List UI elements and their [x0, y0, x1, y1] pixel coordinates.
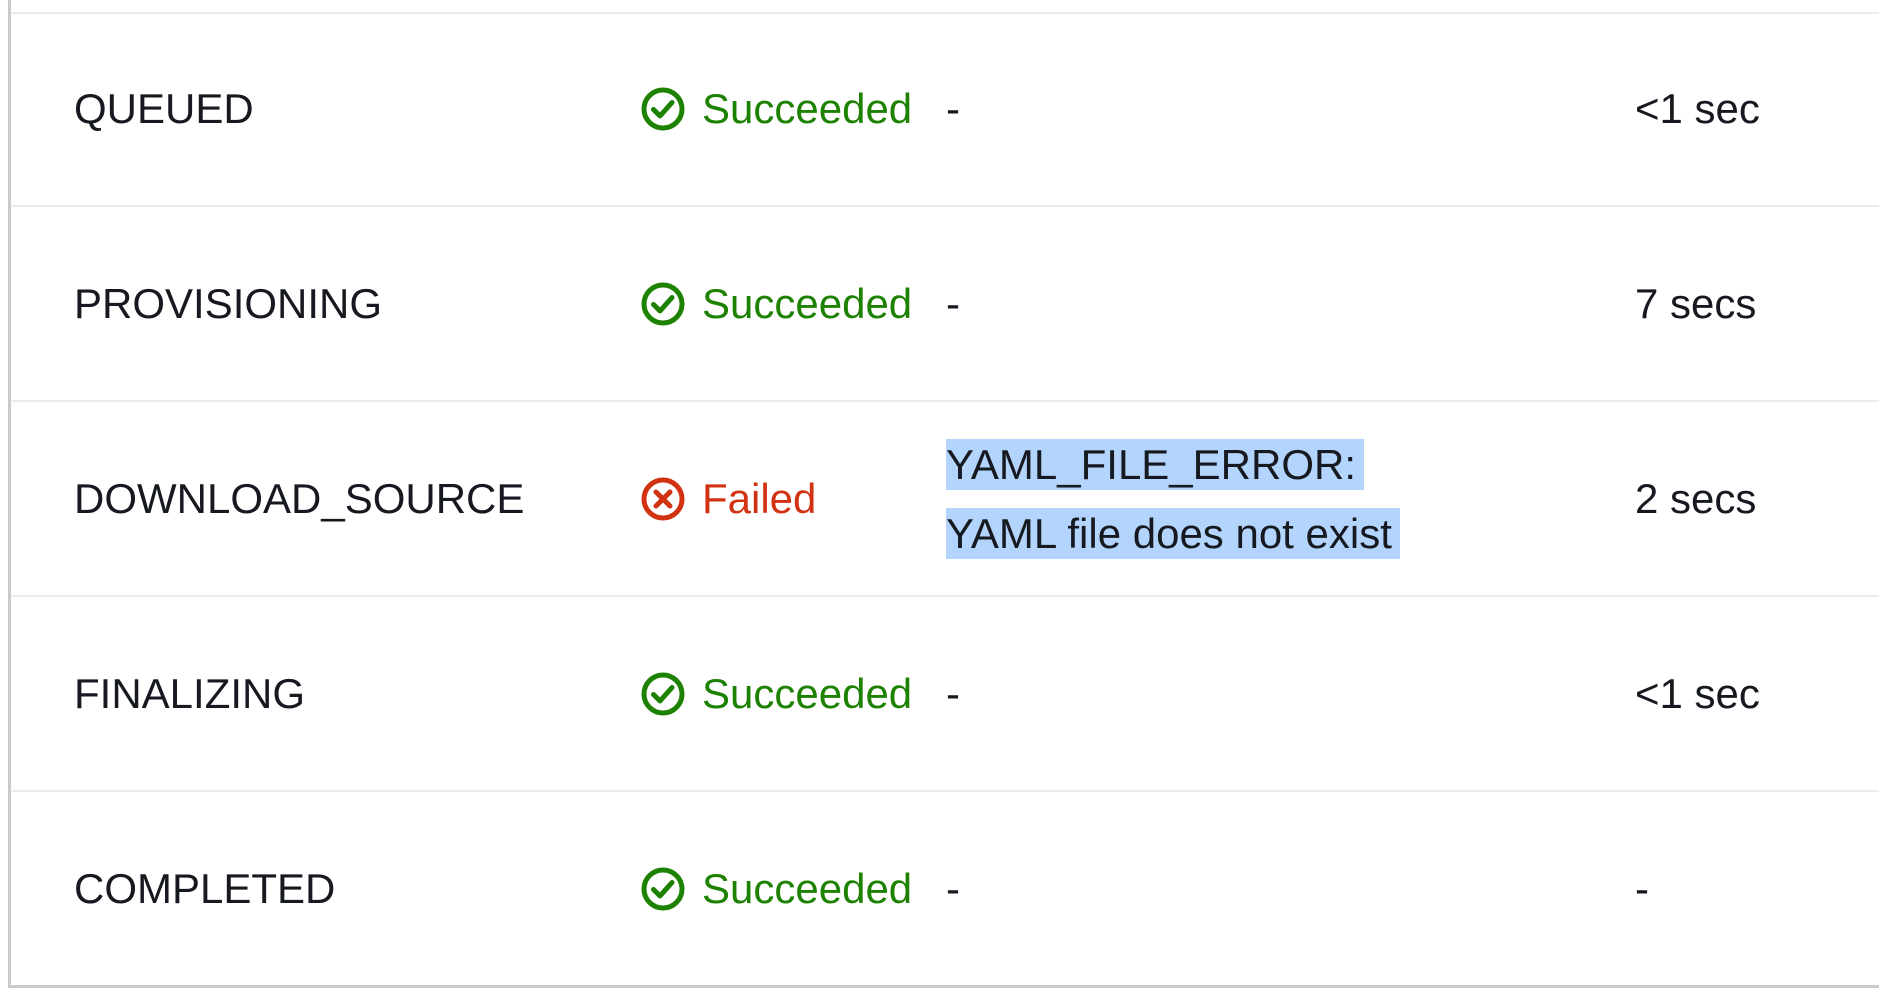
status-cell: Succeeded [638, 12, 912, 205]
duration-cell: <1 sec [1635, 12, 1875, 205]
table-row: PROVISIONING Succeeded - 7 secs [11, 207, 1879, 402]
table-row: DOWNLOAD_SOURCE Failed YAML_FILE_ERROR: … [11, 402, 1879, 597]
table-row: COMPLETED Succeeded - - [11, 792, 1879, 985]
status-label: Failed [702, 475, 817, 522]
phase-name-cell: QUEUED [74, 12, 594, 205]
error-message[interactable]: YAML_FILE_ERROR: YAML file does not exis… [946, 430, 1466, 568]
status-indicator: Succeeded [638, 659, 912, 728]
context-cell: YAML_FILE_ERROR: YAML file does not exis… [946, 402, 1506, 595]
context-text: - [946, 280, 960, 327]
duration-cell: - [1635, 792, 1875, 985]
status-indicator: Failed [638, 464, 858, 533]
phase-name: PROVISIONING [74, 280, 383, 327]
context-text: - [946, 85, 960, 132]
duration: 2 secs [1635, 475, 1757, 522]
x-circle-icon [638, 474, 688, 524]
context-text: - [946, 670, 960, 717]
status-indicator: Succeeded [638, 854, 912, 923]
status-label: Succeeded [702, 670, 913, 717]
status-cell: Succeeded [638, 207, 912, 400]
status-indicator: Succeeded [638, 74, 912, 143]
duration: <1 sec [1635, 670, 1760, 717]
duration: - [1635, 865, 1649, 912]
phase-table: QUEUED Succeeded - <1 sec PROVISIONING S… [11, 12, 1879, 985]
check-circle-icon [638, 864, 688, 914]
phase-name-cell: FINALIZING [74, 597, 594, 790]
phase-name: QUEUED [74, 85, 254, 132]
selected-text-highlight: YAML_FILE_ERROR: YAML file does not exis… [946, 438, 1400, 559]
context-cell: - [946, 12, 1506, 205]
phase-name: DOWNLOAD_SOURCE [74, 475, 525, 522]
status-cell: Succeeded [638, 792, 912, 985]
phase-name-cell: COMPLETED [74, 792, 594, 985]
phase-name: COMPLETED [74, 865, 336, 912]
check-circle-icon [638, 84, 688, 134]
status-cell: Failed [638, 402, 858, 595]
status-label: Succeeded [702, 85, 913, 132]
duration-cell: 7 secs [1635, 207, 1875, 400]
status-cell: Succeeded [638, 597, 912, 790]
check-circle-icon [638, 279, 688, 329]
panel-bottom-border [8, 985, 1879, 988]
status-label: Succeeded [702, 865, 913, 912]
status-label: Succeeded [702, 280, 913, 327]
context-cell: - [946, 597, 1506, 790]
table-row: QUEUED Succeeded - <1 sec [11, 12, 1879, 207]
duration-cell: <1 sec [1635, 597, 1875, 790]
phase-name-cell: DOWNLOAD_SOURCE [74, 402, 594, 595]
context-cell: - [946, 207, 1506, 400]
build-phase-details-panel: QUEUED Succeeded - <1 sec PROVISIONING S… [0, 0, 1879, 993]
phase-name-cell: PROVISIONING [74, 207, 594, 400]
check-circle-icon [638, 669, 688, 719]
duration-cell: 2 secs [1635, 402, 1875, 595]
context-cell: - [946, 792, 1506, 985]
phase-name: FINALIZING [74, 670, 306, 717]
status-indicator: Succeeded [638, 269, 912, 338]
context-text: - [946, 865, 960, 912]
duration: 7 secs [1635, 280, 1757, 327]
table-row: FINALIZING Succeeded - <1 sec [11, 597, 1879, 792]
duration: <1 sec [1635, 85, 1760, 132]
